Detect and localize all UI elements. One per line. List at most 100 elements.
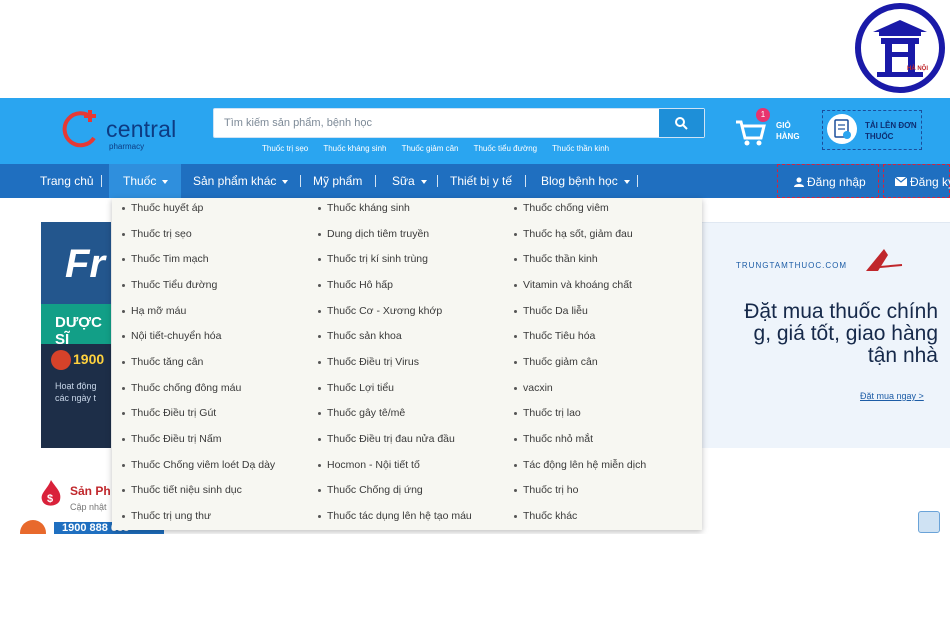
menu-item[interactable]: Thuốc nhỏ mắt [514,429,593,449]
menu-item[interactable]: Thuốc trị sẹo [122,224,192,244]
menu-item[interactable]: Thuốc Da liễu [514,301,588,321]
nav-item-milk[interactable]: Sữa [392,164,427,198]
hanoi-badge-logo: HÀ NỘI [855,3,945,93]
quick-links: Thuốc trị sẹo Thuốc kháng sinh Thuốc giả… [262,144,622,158]
envelope-icon [894,176,908,186]
menu-item[interactable]: Thuốc Điều trị đau nửa đầu [318,429,455,449]
register-label-wrap: Đăng ký [894,165,950,199]
menu-item[interactable]: Thuốc Hô hấp [318,275,393,295]
menu-item[interactable]: Thuốc gây tê/mê [318,403,405,423]
banner-big-text: Fr [65,242,105,286]
quick-link[interactable]: Thuốc thần kinh [552,144,609,153]
login-button[interactable]: Đăng nhập [777,164,879,198]
medicine-dropdown-menu: Thuốc huyết áp Thuốc trị sẹo Thuốc Tim m… [112,198,702,530]
promo-banner-right[interactable]: TRUNGTAMTHUOC.COM Đặt mua thuốc chính g,… [700,222,950,448]
menu-item[interactable]: Thuốc tác dụng lên hệ tạo máu [318,506,472,526]
nav-label: Blog bệnh học [541,174,618,188]
menu-item[interactable]: Thuốc trị lao [514,403,581,423]
site-header: central pharmacy Thuốc trị sẹo Thuốc khá… [0,98,950,164]
banner-strip-text: DƯỢC SĨ [55,314,102,348]
nav-divider [300,175,301,187]
search-button[interactable] [659,109,704,137]
chevron-down-icon [420,179,427,184]
menu-item[interactable]: Thuốc chống viêm [514,198,609,218]
menu-item[interactable]: Thuốc tăng cân [122,352,203,372]
menu-item[interactable]: Thuốc chống đông máu [122,378,241,398]
upload-prescription-button[interactable]: TẢI LÊN ĐƠN THUỐC [822,110,922,150]
menu-item[interactable]: Thuốc Điều trị Virus [318,352,419,372]
cart-button[interactable]: 1 GIỎ HÀNG [734,108,814,152]
search-icon [675,117,688,130]
menu-item[interactable]: Thuốc Lợi tiểu [318,378,394,398]
menu-item[interactable]: Thuốc huyết áp [122,198,203,218]
nav-label: Thuốc [123,174,157,188]
nav-label: Sản phẩm khác [193,174,277,188]
nav-divider [375,175,376,187]
menu-item[interactable]: Thuốc Điều trị Gút [122,403,216,423]
user-icon [794,177,804,187]
search-input[interactable] [214,109,660,137]
anhuy-logo-icon [866,249,903,271]
banner-headline-line-2: g, giá tốt, giao hàng [753,322,938,345]
chevron-down-icon [162,179,169,184]
banner-headline-line-1: Đặt mua thuốc chính [744,300,938,323]
banner-headline-line-3: tận nhà [867,344,938,367]
menu-item[interactable]: Thuốc tiết niệu sinh dục [122,480,242,500]
quick-link[interactable]: Thuốc giảm cân [402,144,459,153]
menu-item[interactable]: Thuốc kháng sinh [318,198,410,218]
register-label: Đăng ký [910,175,950,189]
central-pharmacy-logo[interactable]: central pharmacy [62,108,192,152]
promo-banner-left[interactable]: Fr DƯỢC SĨ 1900 Hoạt động các ngày t [41,222,111,448]
nav-item-home[interactable]: Trang chủ [40,164,94,198]
page: HÀ NỘI Fr DƯỢC SĨ 1900 Hoạt động các ngà… [0,0,950,633]
menu-item[interactable]: Thuốc trị kí sinh trùng [318,249,428,269]
register-button[interactable]: Đăng ký [883,164,950,198]
menu-item[interactable]: Thuốc thần kinh [514,249,598,269]
nav-divider [101,175,102,187]
cart-count-badge: 1 [756,108,770,122]
brand-sub: pharmacy [109,142,145,151]
menu-item[interactable]: vacxin [514,378,553,398]
nav-item-cosmetics[interactable]: Mỹ phẩm [313,164,362,198]
chevron-down-icon [623,179,630,184]
menu-item[interactable]: Thuốc Cơ - Xương khớp [318,301,442,321]
menu-item[interactable]: Vitamin và khoáng chất [514,275,632,295]
cart-icon [736,120,766,146]
login-label-wrap: Đăng nhập [794,165,866,199]
banner-brand-text: TRUNGTAMTHUOC.COM [736,261,848,270]
menu-item[interactable]: Hạ mỡ máu [122,301,186,321]
menu-item[interactable]: Thuốc sản khoa [318,326,402,346]
nav-item-medical-devices[interactable]: Thiết bị y tế [450,164,512,198]
products-section-title: Sản Ph [70,484,111,498]
phone-icon [51,350,71,370]
fire-icon: $ [41,480,61,506]
menu-item[interactable]: Thuốc Tiểu đường [122,275,217,295]
menu-item[interactable]: Thuốc Tim mạch [122,249,209,269]
nav-item-blog[interactable]: Blog bệnh học [541,164,630,198]
menu-item[interactable]: Thuốc trị ung thư [122,506,211,526]
menu-item[interactable]: Hocmon - Nội tiết tố [318,455,420,475]
banner-headline: Đặt mua thuốc chính g, giá tốt, giao hàn… [700,301,938,367]
menu-item[interactable]: Tác động lên hệ miễn dịch [514,455,646,475]
quick-link[interactable]: Thuốc kháng sinh [323,144,386,153]
login-label: Đăng nhập [807,175,866,189]
menu-item[interactable]: Thuốc trị ho [514,480,578,500]
order-now-link[interactable]: Đặt mua ngay > [860,391,924,401]
menu-item[interactable]: Thuốc giảm cân [514,352,598,372]
nav-item-medicine[interactable]: Thuốc [123,164,169,198]
banner-phone: 1900 [73,351,105,367]
menu-item[interactable]: Dung dịch tiêm truyền [318,224,429,244]
quick-link[interactable]: Thuốc tiểu đường [474,144,538,153]
quick-link[interactable]: Thuốc trị sẹo [262,144,308,153]
menu-item[interactable]: Thuốc Điều trị Nấm [122,429,221,449]
nav-label: Mỹ phẩm [313,174,363,188]
menu-item[interactable]: Thuốc Tiêu hóa [514,326,595,346]
scroll-to-top-icon[interactable] [918,511,940,533]
menu-item[interactable]: Thuốc hạ sốt, giảm đau [514,224,633,244]
nav-item-other-products[interactable]: Sản phẩm khác [193,164,289,198]
hanoi-badge-text: HÀ NỘI [907,64,928,72]
menu-item[interactable]: Thuốc Chống viêm loét Dạ dày [122,455,275,475]
menu-item[interactable]: Thuốc khác [514,506,577,526]
menu-item[interactable]: Thuốc Chống dị ứng [318,480,423,500]
menu-item[interactable]: Nội tiết-chuyển hóa [122,326,221,346]
